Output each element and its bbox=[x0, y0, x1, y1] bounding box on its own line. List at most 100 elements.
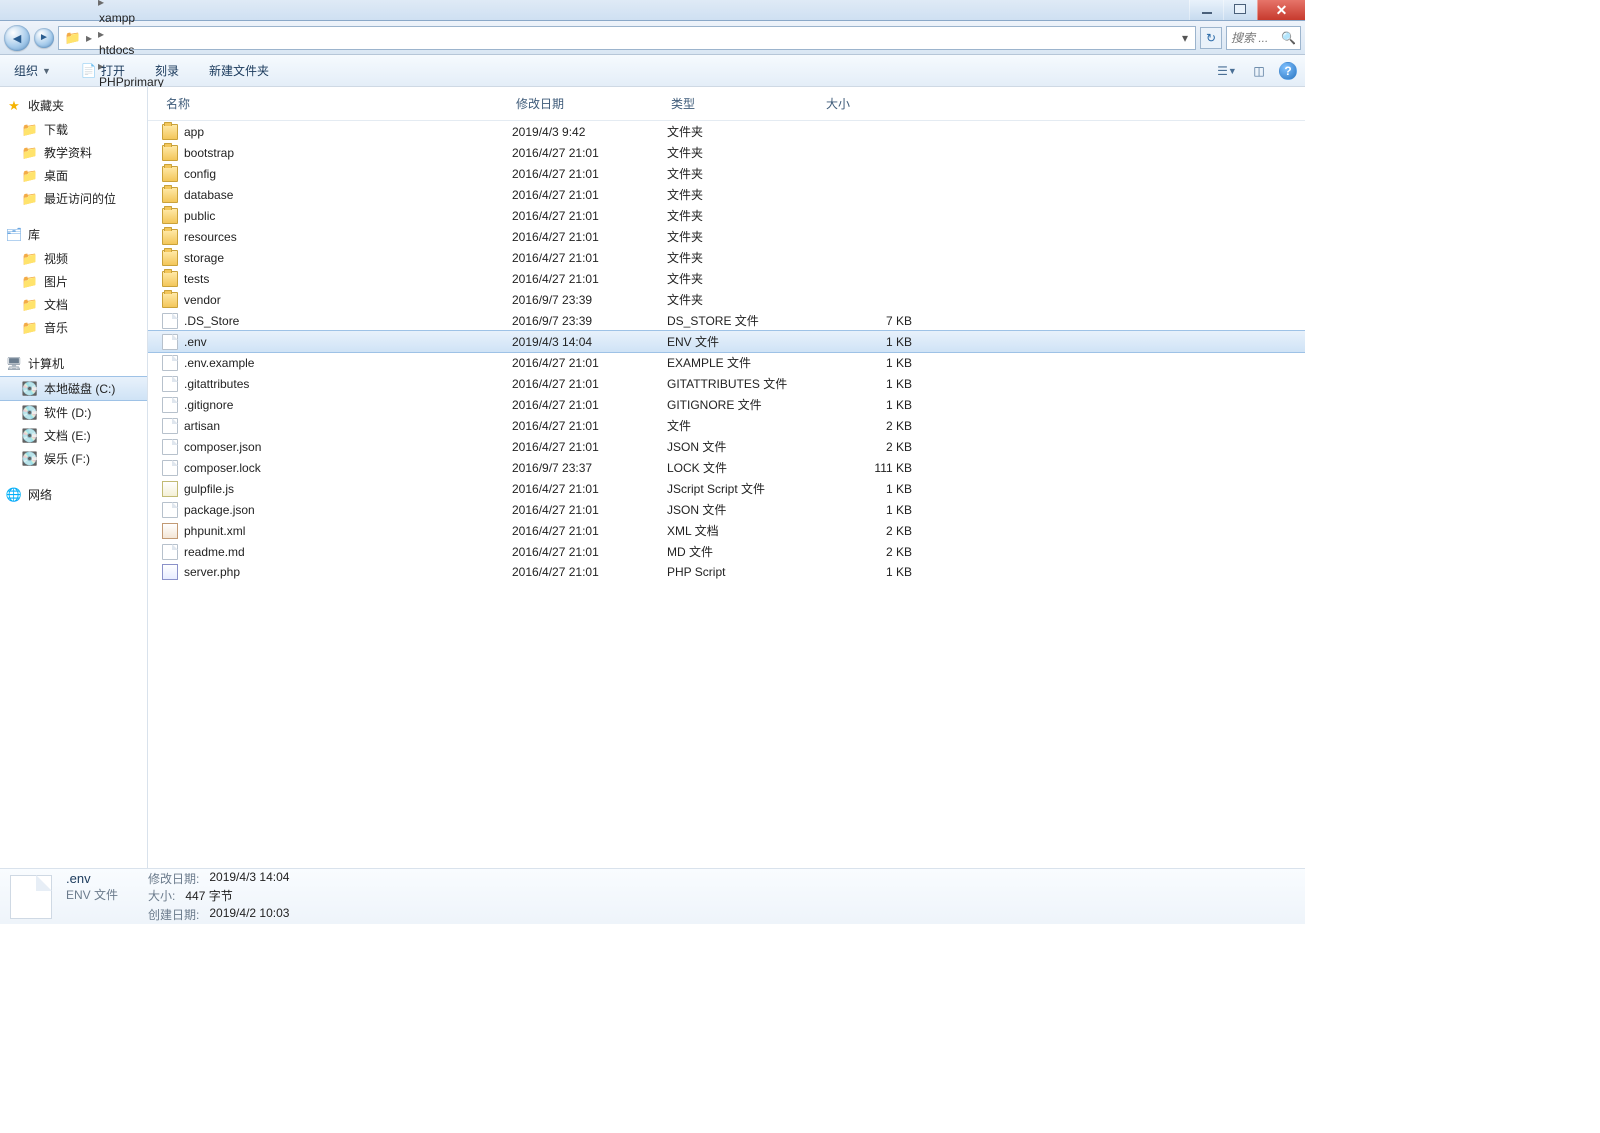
sidebar-item[interactable]: 📁最近访问的位 bbox=[0, 187, 147, 210]
file-date: 2016/4/27 21:01 bbox=[512, 524, 667, 538]
file-type: DS_STORE 文件 bbox=[667, 312, 822, 329]
file-type: XML 文档 bbox=[667, 522, 822, 539]
file-date: 2016/4/27 21:01 bbox=[512, 230, 667, 244]
file-row[interactable]: phpunit.xml2016/4/27 21:01XML 文档2 KB bbox=[148, 520, 1305, 541]
burn-button[interactable]: 刻录 bbox=[149, 60, 185, 81]
file-row[interactable]: composer.lock2016/9/7 23:37LOCK 文件111 KB bbox=[148, 457, 1305, 478]
file-row[interactable]: bootstrap2016/4/27 21:01文件夹 bbox=[148, 142, 1305, 163]
file-row[interactable]: composer.json2016/4/27 21:01JSON 文件2 KB bbox=[148, 436, 1305, 457]
file-thumbnail bbox=[10, 875, 52, 919]
file-row[interactable]: artisan2016/4/27 21:01文件2 KB bbox=[148, 415, 1305, 436]
file-row[interactable]: tests2016/4/27 21:01文件夹 bbox=[148, 268, 1305, 289]
sidebar-item-icon: 📁 bbox=[22, 191, 38, 207]
sidebar-item-icon: 📁 bbox=[22, 122, 38, 138]
file-row[interactable]: app2019/4/3 9:42文件夹 bbox=[148, 121, 1305, 142]
sidebar-item-label: 本地磁盘 (C:) bbox=[44, 380, 115, 397]
column-headers[interactable]: 名称 修改日期 类型 大小 bbox=[148, 87, 1305, 121]
folder-icon bbox=[162, 250, 178, 266]
sidebar-item[interactable]: 📁视频 bbox=[0, 247, 147, 270]
file-name: storage bbox=[184, 251, 224, 265]
nav-forward-button[interactable]: ► bbox=[34, 28, 54, 48]
sidebar-item[interactable]: 📁下载 bbox=[0, 118, 147, 141]
sidebar-item[interactable]: 📁桌面 bbox=[0, 164, 147, 187]
file-name: gulpfile.js bbox=[184, 482, 234, 496]
details-created-value: 2019/4/2 10:03 bbox=[209, 906, 289, 923]
sidebar-item-label: 音乐 bbox=[44, 319, 68, 336]
new-folder-button[interactable]: 新建文件夹 bbox=[203, 60, 275, 81]
col-type[interactable]: 类型 bbox=[667, 93, 822, 114]
file-row[interactable]: .env.example2016/4/27 21:01EXAMPLE 文件1 K… bbox=[148, 352, 1305, 373]
address-dropdown-icon[interactable]: ▾ bbox=[1177, 31, 1193, 45]
computer-header[interactable]: 🖥计算机 bbox=[0, 351, 147, 376]
open-button[interactable]: 📄打开 bbox=[75, 60, 131, 81]
file-date: 2016/4/27 21:01 bbox=[512, 440, 667, 454]
sidebar-item[interactable]: 💽本地磁盘 (C:) bbox=[0, 376, 147, 401]
close-icon: ✕ bbox=[1276, 3, 1288, 17]
search-icon: 🔍 bbox=[1281, 31, 1296, 45]
file-row[interactable]: storage2016/4/27 21:01文件夹 bbox=[148, 247, 1305, 268]
file-type: MD 文件 bbox=[667, 543, 822, 560]
file-row[interactable]: server.php2016/4/27 21:01PHP Script1 KB bbox=[148, 562, 1305, 582]
libraries-header[interactable]: 🗂库 bbox=[0, 222, 147, 247]
file-type: GITIGNORE 文件 bbox=[667, 396, 822, 413]
organize-button[interactable]: 组织▼ bbox=[8, 60, 57, 81]
file-row[interactable]: database2016/4/27 21:01文件夹 bbox=[148, 184, 1305, 205]
file-row[interactable]: package.json2016/4/27 21:01JSON 文件1 KB bbox=[148, 499, 1305, 520]
file-date: 2016/9/7 23:39 bbox=[512, 293, 667, 307]
sidebar-item[interactable]: 📁教学资料 bbox=[0, 141, 147, 164]
file-type: 文件夹 bbox=[667, 186, 822, 203]
file-date: 2019/4/3 9:42 bbox=[512, 125, 667, 139]
file-date: 2016/4/27 21:01 bbox=[512, 545, 667, 559]
file-type: 文件夹 bbox=[667, 291, 822, 308]
navigation-bar: ◄ ► 📁 ▸ 计算机▸本地磁盘 (C:)▸xampp▸htdocs▸PHPpr… bbox=[0, 21, 1305, 55]
details-size-value: 447 字节 bbox=[185, 887, 232, 904]
col-size[interactable]: 大小 bbox=[822, 93, 922, 114]
sidebar-item[interactable]: 💽软件 (D:) bbox=[0, 401, 147, 424]
folder-icon: 📁 bbox=[65, 30, 81, 46]
sidebar-item[interactable]: 📁文档 bbox=[0, 293, 147, 316]
sidebar-item[interactable]: 📁图片 bbox=[0, 270, 147, 293]
sidebar-item-label: 软件 (D:) bbox=[44, 404, 91, 421]
file-type: ENV 文件 bbox=[667, 333, 822, 350]
sidebar-item-icon: 📁 bbox=[22, 297, 38, 313]
sidebar-item[interactable]: 💽娱乐 (F:) bbox=[0, 447, 147, 470]
file-row[interactable]: public2016/4/27 21:01文件夹 bbox=[148, 205, 1305, 226]
search-box[interactable]: 搜索 ... 🔍 bbox=[1226, 26, 1301, 50]
file-row[interactable]: .gitattributes2016/4/27 21:01GITATTRIBUT… bbox=[148, 373, 1305, 394]
window-minimize-button[interactable] bbox=[1189, 0, 1223, 20]
window-maximize-button[interactable] bbox=[1223, 0, 1257, 20]
view-options-button[interactable]: ☰ ▼ bbox=[1215, 60, 1239, 82]
sidebar-item[interactable]: 📁音乐 bbox=[0, 316, 147, 339]
breadcrumb-segment[interactable]: htdocs bbox=[97, 41, 172, 59]
address-bar[interactable]: 📁 ▸ 计算机▸本地磁盘 (C:)▸xampp▸htdocs▸PHPprimar… bbox=[58, 26, 1196, 50]
libraries-label: 库 bbox=[28, 226, 40, 243]
file-date: 2016/4/27 21:01 bbox=[512, 272, 667, 286]
nav-back-button[interactable]: ◄ bbox=[4, 25, 30, 51]
details-created-label: 创建日期: bbox=[148, 906, 203, 923]
file-row[interactable]: gulpfile.js2016/4/27 21:01JScript Script… bbox=[148, 478, 1305, 499]
file-row[interactable]: .DS_Store2016/9/7 23:39DS_STORE 文件7 KB bbox=[148, 310, 1305, 331]
breadcrumb-segment[interactable]: xampp bbox=[97, 9, 172, 27]
file-size: 2 KB bbox=[822, 524, 922, 538]
file-date: 2016/4/27 21:01 bbox=[512, 503, 667, 517]
file-row[interactable]: resources2016/4/27 21:01文件夹 bbox=[148, 226, 1305, 247]
preview-pane-button[interactable]: ◫ bbox=[1247, 60, 1271, 82]
file-type: 文件夹 bbox=[667, 270, 822, 287]
col-modified[interactable]: 修改日期 bbox=[512, 93, 667, 114]
refresh-button[interactable]: ↻ bbox=[1200, 27, 1222, 49]
file-row[interactable]: .gitignore2016/4/27 21:01GITIGNORE 文件1 K… bbox=[148, 394, 1305, 415]
help-button[interactable]: ? bbox=[1279, 62, 1297, 80]
file-row[interactable]: .env2019/4/3 14:04ENV 文件1 KB bbox=[148, 331, 1305, 352]
file-icon bbox=[162, 418, 178, 434]
network-header[interactable]: 🌐网络 bbox=[0, 482, 147, 507]
favorites-header[interactable]: ★收藏夹 bbox=[0, 93, 147, 118]
file-row[interactable]: readme.md2016/4/27 21:01MD 文件2 KB bbox=[148, 541, 1305, 562]
sidebar-item[interactable]: 💽文档 (E:) bbox=[0, 424, 147, 447]
sidebar-item-label: 教学资料 bbox=[44, 144, 92, 161]
file-name: database bbox=[184, 188, 233, 202]
file-type: 文件夹 bbox=[667, 228, 822, 245]
col-name[interactable]: 名称 bbox=[162, 93, 512, 114]
window-close-button[interactable]: ✕ bbox=[1257, 0, 1305, 20]
file-row[interactable]: config2016/4/27 21:01文件夹 bbox=[148, 163, 1305, 184]
file-row[interactable]: vendor2016/9/7 23:39文件夹 bbox=[148, 289, 1305, 310]
